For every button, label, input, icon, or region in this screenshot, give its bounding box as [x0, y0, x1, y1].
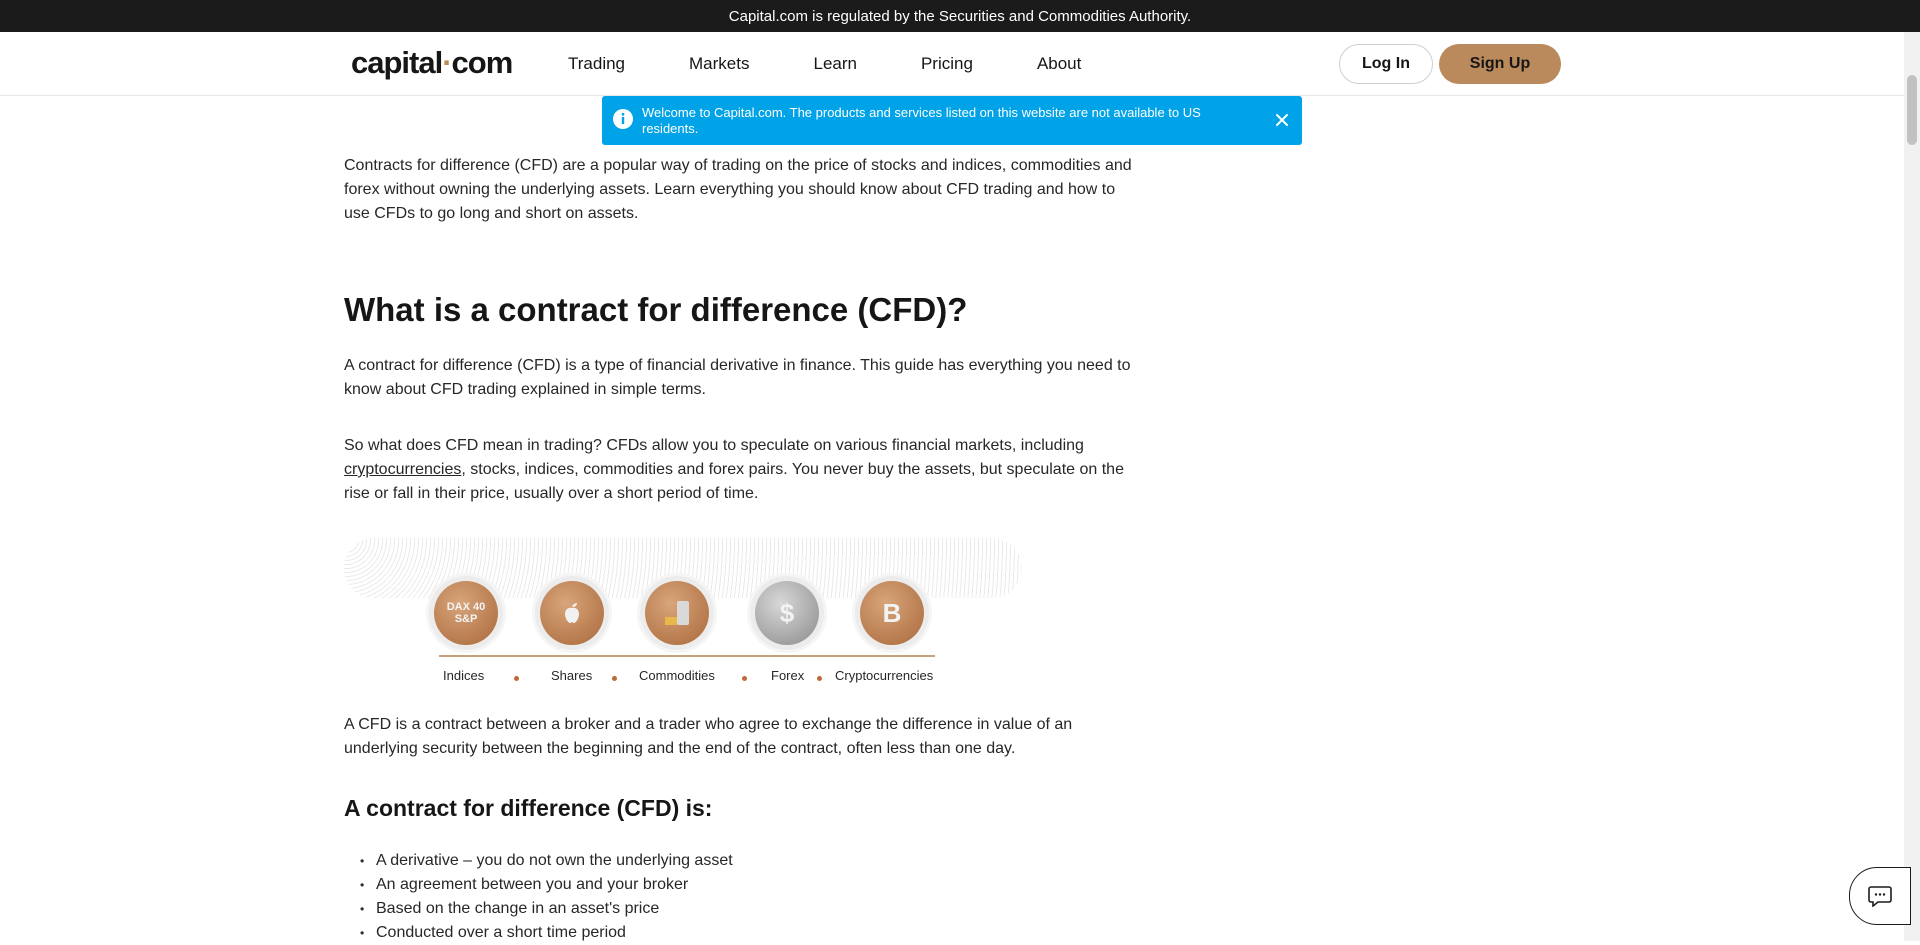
crypto-icon-text: B	[860, 581, 924, 645]
nav-about[interactable]: About	[1037, 54, 1081, 74]
commodities-label: Commodities	[639, 668, 715, 683]
cfd-features-list: A derivative – you do not own the underl…	[344, 849, 733, 945]
shares-label: Shares	[551, 668, 593, 683]
illustration-baseline	[439, 655, 935, 657]
commodities-icon	[640, 576, 714, 650]
nav-markets[interactable]: Markets	[689, 54, 749, 74]
logo-left: capital	[351, 45, 443, 80]
intro-paragraph: Contracts for difference (CFD) are a pop…	[344, 157, 1132, 222]
oil-barrel-icon	[665, 601, 689, 625]
list-item: Conducted over a short time period	[344, 921, 733, 945]
logo-dot: ·	[442, 45, 452, 80]
logo-right: com	[451, 45, 514, 80]
chat-button[interactable]	[1849, 867, 1911, 925]
apple-icon	[565, 603, 579, 623]
indices-icon-text: DAX 40 S&P	[434, 581, 498, 645]
indices-label: Indices	[443, 668, 485, 683]
article-heading: What is a contract for difference (CFD)?	[344, 291, 968, 328]
cfd-contract-paragraph: A CFD is a contract between a broker and…	[344, 716, 1073, 757]
nav-trading[interactable]: Trading	[568, 54, 625, 74]
signup-button[interactable]: Sign Up	[1439, 44, 1561, 84]
logo[interactable]: capital·com	[351, 45, 514, 81]
regulation-text: Capital.com is regulated by the Securiti…	[728, 7, 1192, 25]
nav-pricing[interactable]: Pricing	[921, 54, 973, 74]
separator-dot	[742, 676, 747, 681]
close-icon[interactable]	[1272, 110, 1292, 130]
forex-icon-text: $	[755, 581, 819, 645]
scrollbar-thumb[interactable]	[1907, 75, 1917, 145]
cfd-meaning-paragraph: So what does CFD mean in trading? CFDs a…	[344, 434, 1144, 506]
list-item: Based on the change in an asset's price	[344, 897, 733, 921]
cryptocurrencies-link[interactable]: cryptocurrencies	[344, 461, 461, 478]
scrollbar-track[interactable]	[1904, 32, 1920, 941]
list-item: A derivative – you do not own the underl…	[344, 849, 733, 873]
us-residents-banner: Welcome to Capital.com. The products and…	[602, 96, 1302, 145]
separator-dot	[817, 676, 822, 681]
forex-label: Forex	[771, 668, 805, 683]
forex-icon: $	[750, 576, 824, 650]
regulation-topbar: Capital.com is regulated by the Securiti…	[0, 0, 1920, 32]
chat-icon	[1868, 886, 1892, 907]
cryptocurrencies-label: Cryptocurrencies	[835, 668, 934, 683]
indices-icon: DAX 40 S&P	[429, 576, 503, 650]
definition-paragraph: A contract for difference (CFD) is a typ…	[344, 357, 1131, 398]
main-nav: Trading Markets Learn Pricing About	[568, 32, 1081, 95]
commodities-icon-inner	[645, 581, 709, 645]
list-item: An agreement between you and your broker	[344, 873, 733, 897]
separator-dot	[514, 676, 519, 681]
cfd-is-heading: A contract for difference (CFD) is:	[344, 795, 713, 821]
site-header: capital·com Trading Markets Learn Pricin…	[0, 32, 1904, 96]
separator-dot	[612, 676, 617, 681]
nav-learn[interactable]: Learn	[813, 54, 856, 74]
info-icon	[613, 109, 633, 129]
login-button[interactable]: Log In	[1339, 44, 1433, 84]
shares-icon	[535, 576, 609, 650]
shares-icon-inner	[540, 581, 604, 645]
crypto-icon: B	[855, 576, 929, 650]
banner-text: Welcome to Capital.com. The products and…	[642, 105, 1201, 136]
para-text-before: So what does CFD mean in trading? CFDs a…	[344, 437, 1084, 454]
cfd-markets-illustration: DAX 40 S&P $ B Indices Shares Commoditie…	[344, 538, 1022, 688]
para-text-after: , stocks, indices, commodities and forex…	[344, 461, 1124, 502]
